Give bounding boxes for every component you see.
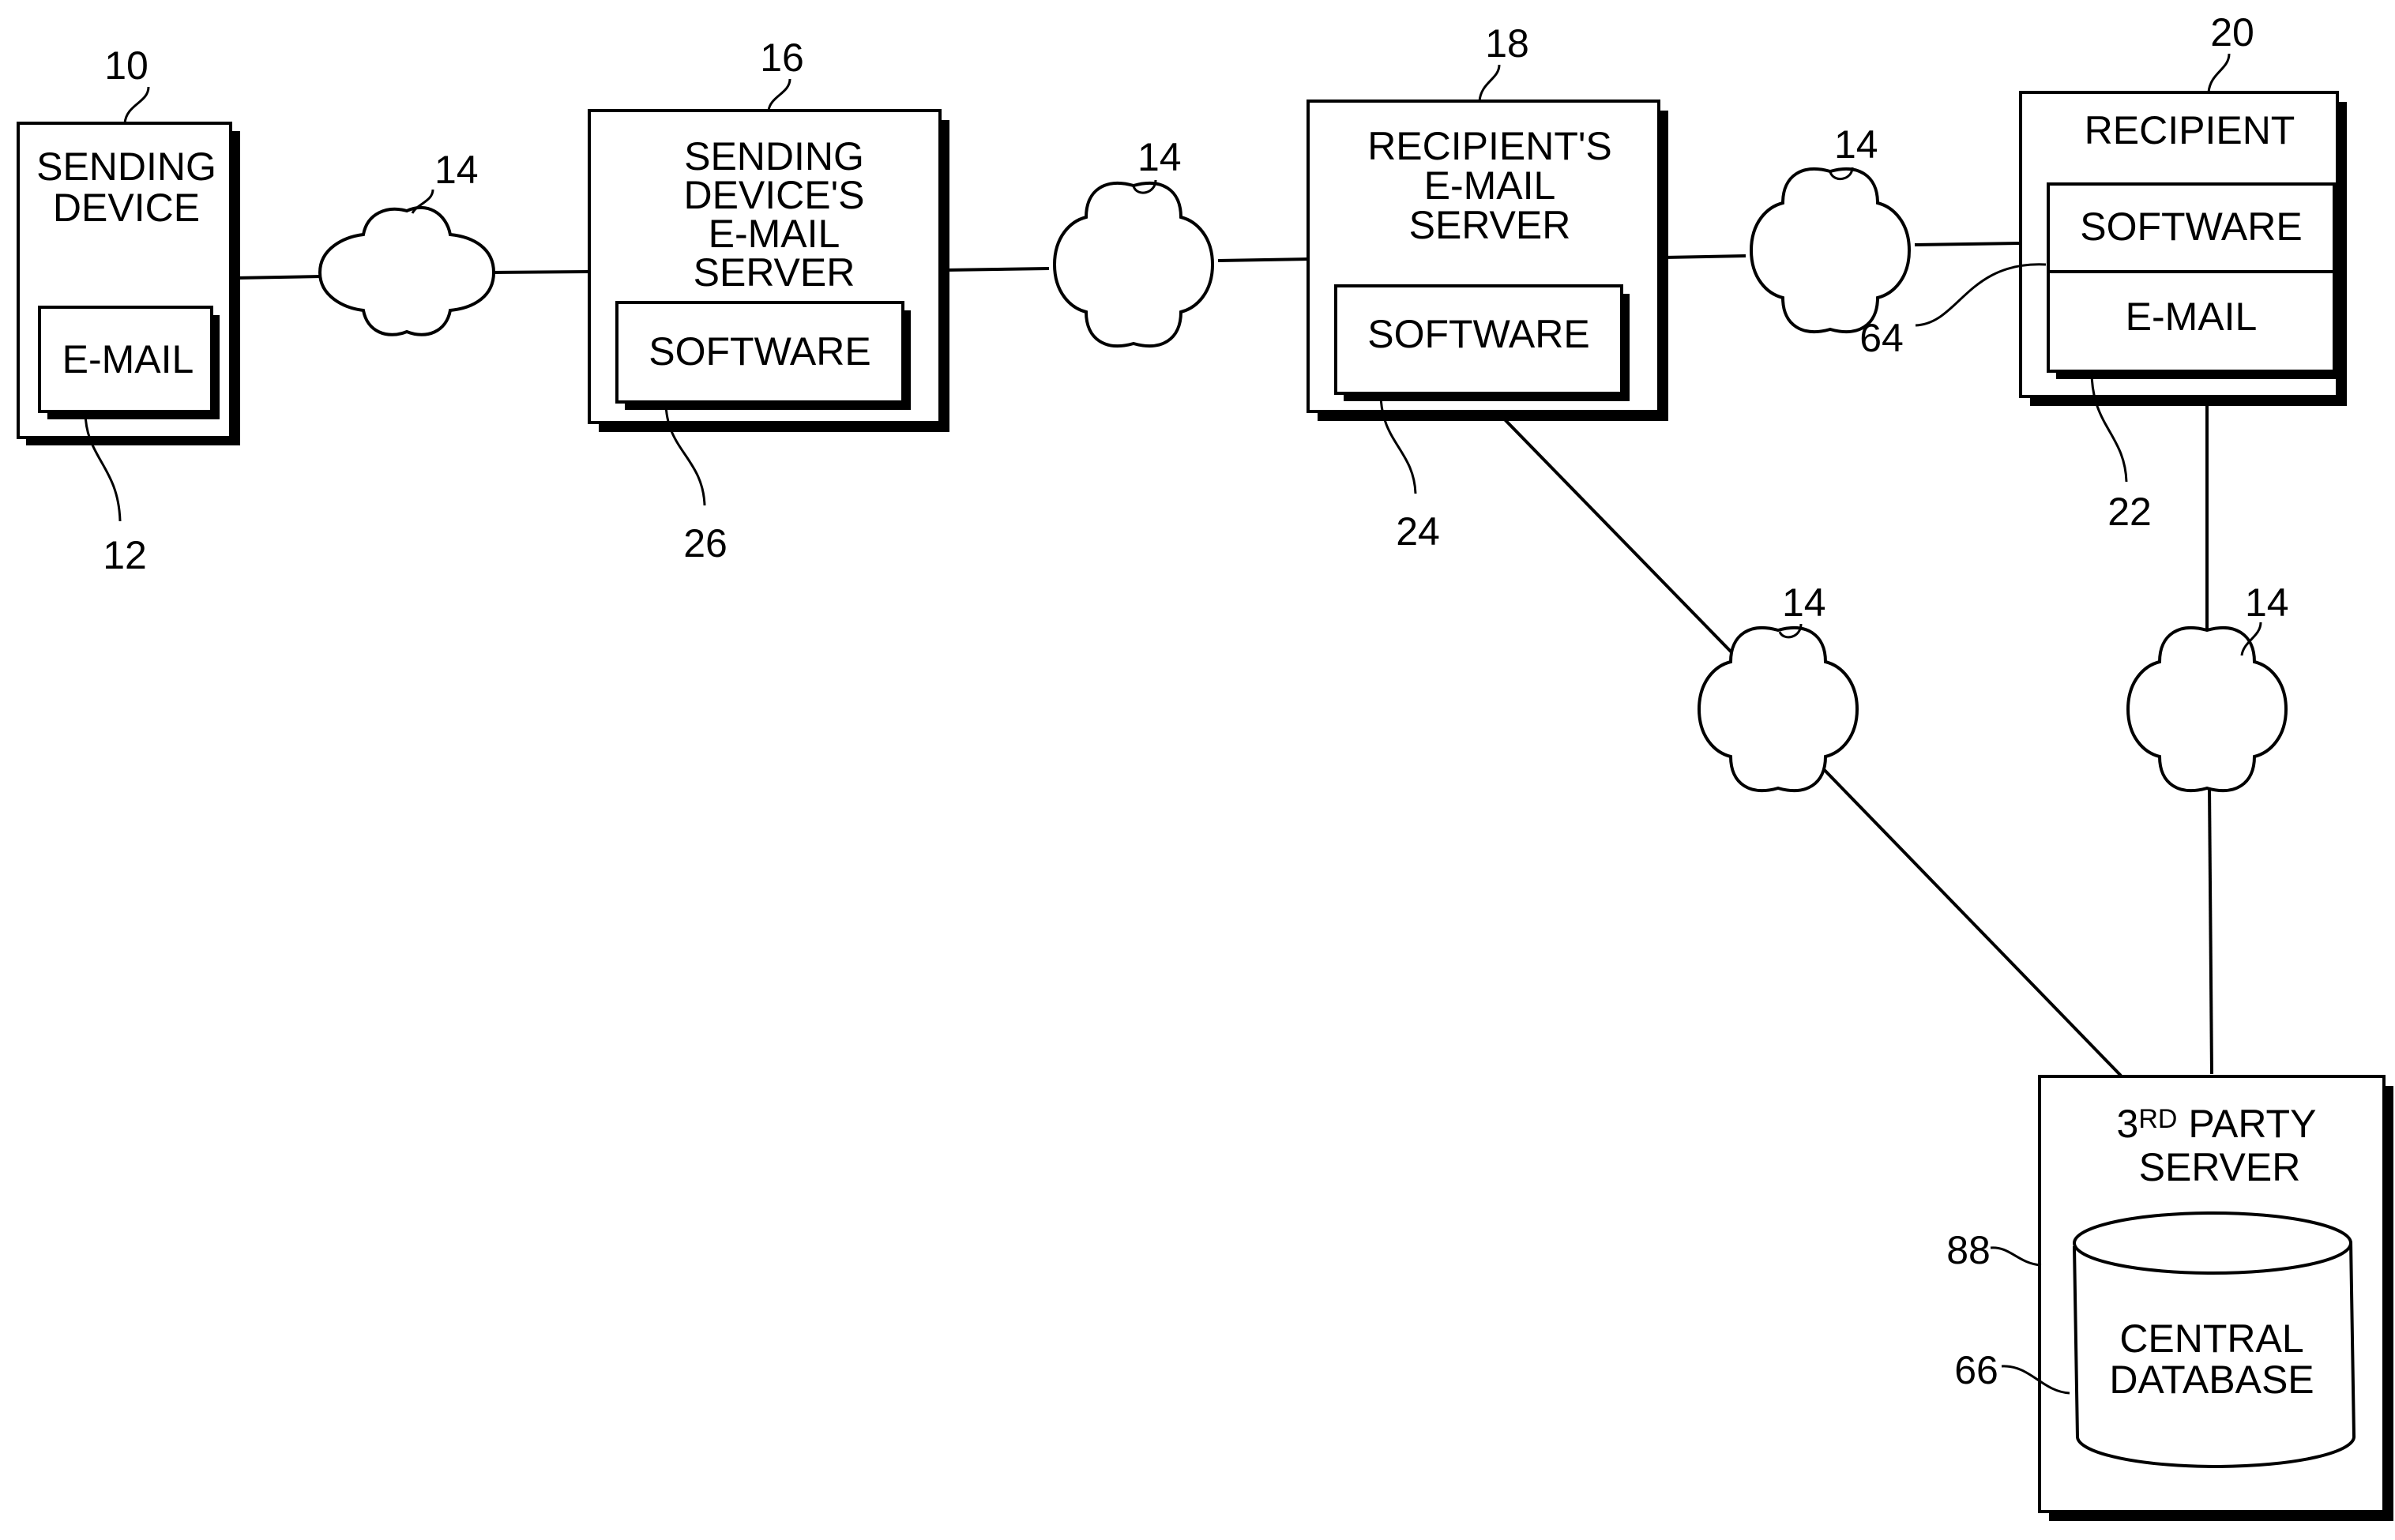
node-title-line: SERVER (1409, 203, 1571, 247)
node-sending-device: SENDING DEVICE E-MAIL 10 12 (17, 43, 240, 577)
ref-label-14: 14 (434, 148, 479, 192)
ref-label-22: 22 (2107, 490, 2152, 534)
link-sender-to-cloud-1 (235, 275, 323, 280)
ref-label-26: 26 (683, 521, 728, 565)
title-rest: PARTY (2177, 1102, 2316, 1146)
database-label-line: DATABASE (2109, 1358, 2314, 1402)
ref-label-18: 18 (1485, 21, 1529, 66)
software-module-label: SOFTWARE (1367, 312, 1589, 356)
leader-line (767, 78, 791, 111)
email-module-label: E-MAIL (62, 337, 194, 381)
node-sender-email-server: SENDING DEVICE'S E-MAIL SERVER SOFTWARE … (588, 36, 949, 565)
database-top (2073, 1211, 2352, 1275)
node-title-line: SERVER (694, 250, 855, 295)
link-cloud-4-to-third-party (1815, 761, 2122, 1077)
link-server-18-to-cloud-4 (1495, 410, 1736, 657)
software-module-label: SOFTWARE (649, 329, 870, 374)
node-title-line: SERVER (2139, 1145, 2301, 1189)
node-title: RECIPIENT (2085, 108, 2295, 152)
ref-label-64: 64 (1859, 316, 1904, 360)
ref-label-20: 20 (2210, 10, 2254, 54)
leader-line (123, 86, 150, 124)
node-title-line: SENDING (684, 134, 864, 178)
leader-line (1478, 64, 1501, 102)
software-module-label: SOFTWARE (2080, 205, 2302, 249)
cloud-icon (2126, 625, 2288, 793)
node-title-line: RECIPIENT'S (1367, 124, 1612, 168)
ref-label-12: 12 (103, 533, 147, 577)
cloud-icon (1053, 181, 1214, 348)
title-prefix: 3 (2117, 1102, 2139, 1146)
node-recipient: RECIPIENT SOFTWARE E-MAIL 20 22 64 (1859, 10, 2347, 534)
database-label-line: CENTRAL (2119, 1317, 2303, 1361)
cloud-icon (1750, 167, 1911, 334)
email-system-diagram: 14 14 14 14 14 SENDING DEVICE E-MAIL 10 … (17, 10, 2393, 1521)
cloud-icon (318, 205, 495, 336)
node-title-line: SENDING (36, 145, 216, 189)
leader-line (2207, 53, 2231, 93)
cloud-icon (1698, 625, 1859, 793)
ref-label-14: 14 (1834, 122, 1878, 167)
node-title-line: E-MAIL (1424, 163, 1556, 208)
link-server-18-to-cloud-3 (1663, 254, 1746, 259)
ref-label-16: 16 (760, 36, 804, 80)
ref-label-14: 14 (1782, 580, 1826, 625)
ref-label-66: 66 (1954, 1348, 1998, 1392)
ref-label-24: 24 (1396, 509, 1440, 554)
node-title-line: E-MAIL (709, 212, 840, 256)
central-database-cylinder: CENTRAL DATABASE (2073, 1211, 2356, 1468)
ref-label-88: 88 (1946, 1228, 1991, 1272)
network-cloud-4: 14 (1698, 580, 1859, 793)
link-cloud-2-to-server-18 (1217, 257, 1309, 262)
connection-lines (235, 242, 2213, 1077)
network-cloud-1: 14 (318, 148, 495, 336)
node-recipient-email-server: RECIPIENT'S E-MAIL SERVER SOFTWARE 18 24 (1307, 21, 1668, 554)
leader-line (1990, 1246, 2042, 1267)
network-cloud-2: 14 (1053, 135, 1214, 348)
ref-label-10: 10 (104, 43, 149, 88)
link-server-16-to-cloud-2 (944, 267, 1050, 272)
title-superscript: RD (2138, 1104, 2177, 1134)
node-title-line: DEVICE (53, 186, 200, 230)
ref-label-14: 14 (2245, 580, 2289, 625)
link-cloud-3-to-recipient (1914, 242, 2021, 246)
email-module-label: E-MAIL (2126, 295, 2258, 339)
link-cloud-5-to-third-party (2208, 786, 2213, 1075)
node-third-party-server: 3RD PARTY SERVER CENTRAL DATABASE 88 66 (1946, 1075, 2393, 1521)
ref-label-14: 14 (1137, 135, 1182, 179)
network-cloud-3: 14 (1750, 122, 1911, 334)
node-title-line: DEVICE'S (683, 173, 864, 217)
